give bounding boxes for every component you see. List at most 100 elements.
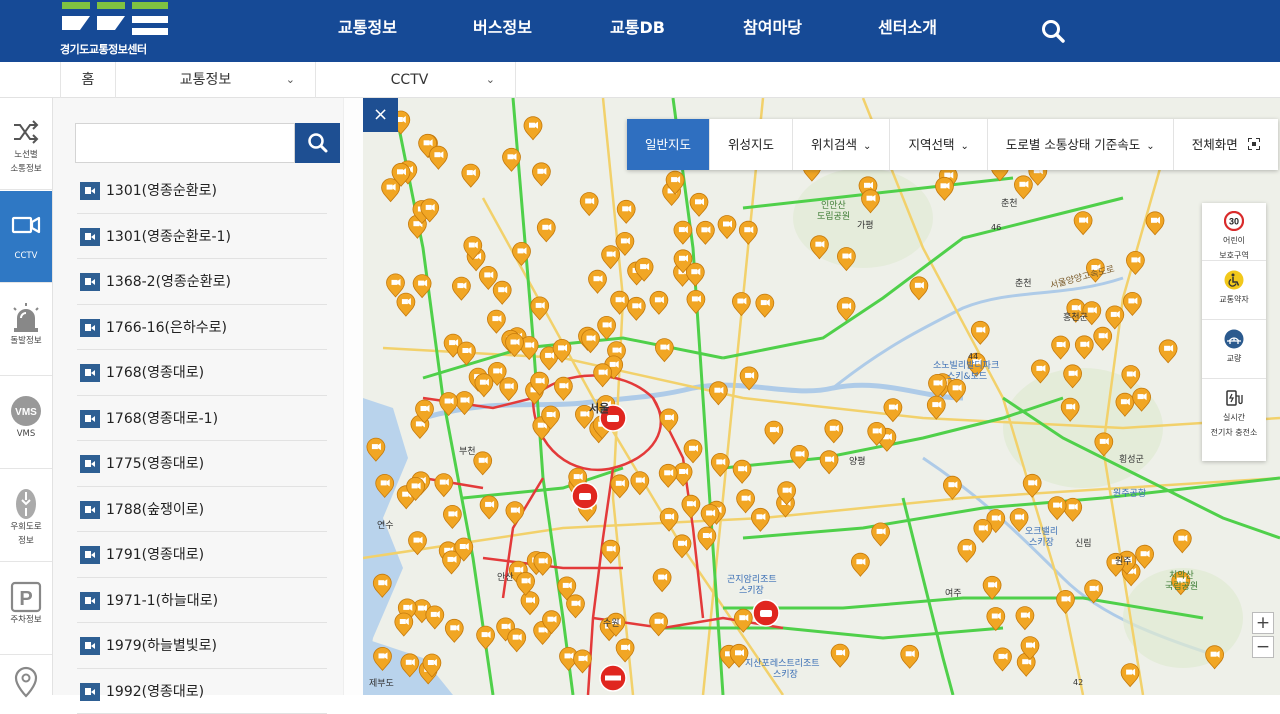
cctv-list-item[interactable]: 1992(영종대로) [77, 669, 327, 714]
nav-traffic-info[interactable]: 교통정보 [300, 0, 435, 56]
roadwork-marker-icon[interactable] [572, 483, 598, 509]
cctv-marker-icon[interactable] [971, 321, 989, 344]
cctv-marker-icon[interactable] [825, 420, 843, 443]
cctv-marker-icon[interactable] [602, 540, 620, 563]
cctv-marker-icon[interactable] [737, 490, 755, 513]
cctv-marker-icon[interactable] [567, 595, 585, 618]
cctv-marker-icon[interactable] [532, 163, 550, 186]
cctv-marker-icon[interactable] [554, 377, 572, 400]
nav-participation[interactable]: 참여마당 [705, 0, 840, 56]
cctv-list-item[interactable]: 1971-1(하늘대로) [77, 578, 327, 624]
cctv-marker-icon[interactable] [1122, 366, 1140, 389]
rail-item-route-traffic[interactable]: 노선별소통정보 [0, 98, 52, 190]
cctv-marker-icon[interactable] [627, 297, 645, 320]
cctv-marker-icon[interactable] [756, 294, 774, 317]
cctv-marker-icon[interactable] [1133, 388, 1151, 411]
cctv-marker-icon[interactable] [943, 476, 961, 499]
cctv-list-item[interactable]: 1766-16(은하수로) [77, 305, 327, 351]
cctv-marker-icon[interactable] [409, 532, 427, 555]
cctv-marker-icon[interactable] [397, 293, 415, 316]
cctv-search-button[interactable] [295, 123, 340, 163]
nav-traffic-db[interactable]: 교통DB [570, 0, 705, 56]
cctv-marker-icon[interactable] [709, 382, 727, 405]
cctv-marker-icon[interactable] [521, 592, 539, 615]
cctv-marker-icon[interactable] [987, 608, 1005, 631]
cctv-marker-icon[interactable] [682, 495, 700, 518]
cctv-marker-icon[interactable] [686, 263, 704, 286]
cctv-marker-icon[interactable] [413, 275, 431, 298]
cctv-marker-icon[interactable] [452, 277, 470, 300]
search-icon[interactable] [1040, 18, 1066, 44]
cctv-marker-icon[interactable] [387, 274, 405, 297]
speed-standard-dropdown[interactable]: 도로별 소통상태 기준속도⌄ [988, 119, 1174, 170]
cctv-marker-icon[interactable] [910, 277, 928, 300]
cctv-marker-icon[interactable] [1048, 497, 1066, 520]
cctv-marker-icon[interactable] [1116, 393, 1134, 416]
cctv-marker-icon[interactable] [650, 291, 668, 314]
cctv-marker-icon[interactable] [589, 270, 607, 293]
rail-item-location[interactable] [0, 656, 52, 696]
cctv-marker-icon[interactable] [732, 293, 750, 316]
cctv-marker-icon[interactable] [1064, 498, 1082, 521]
cctv-marker-icon[interactable] [1031, 360, 1049, 383]
cctv-marker-icon[interactable] [660, 409, 678, 432]
cctv-marker-icon[interactable] [598, 316, 616, 339]
cctv-marker-icon[interactable] [508, 629, 526, 652]
nav-center-intro[interactable]: 센터소개 [840, 0, 975, 56]
cctv-marker-icon[interactable] [687, 290, 705, 313]
fullscreen-button[interactable]: 전체화면 [1174, 119, 1278, 170]
cctv-marker-icon[interactable] [443, 505, 461, 528]
cctv-marker-icon[interactable] [739, 221, 757, 244]
cctv-marker-icon[interactable] [524, 117, 542, 140]
cctv-marker-icon[interactable] [974, 519, 992, 542]
cctv-marker-icon[interactable] [820, 451, 838, 474]
cctv-marker-icon[interactable] [462, 164, 480, 187]
cctv-list-item[interactable]: 1768(영종대로) [77, 350, 327, 396]
cctv-marker-icon[interactable] [435, 474, 453, 497]
cctv-marker-icon[interactable] [445, 619, 463, 642]
cctv-marker-icon[interactable] [655, 339, 673, 362]
cctv-marker-icon[interactable] [395, 613, 413, 636]
cctv-marker-icon[interactable] [401, 654, 419, 677]
cctv-marker-icon[interactable] [440, 393, 458, 416]
cctv-marker-icon[interactable] [1173, 530, 1191, 553]
cctv-marker-icon[interactable] [862, 190, 880, 213]
cctv-marker-icon[interactable] [506, 334, 524, 357]
cctv-marker-icon[interactable] [948, 379, 966, 402]
cctv-list-item[interactable]: 1775(영종대로) [77, 441, 327, 487]
cctv-marker-icon[interactable] [1061, 398, 1079, 421]
cctv-marker-icon[interactable] [740, 367, 758, 390]
rail-item-vms[interactable]: VMS VMS [0, 377, 52, 469]
cctv-marker-icon[interactable] [791, 445, 809, 468]
cctv-marker-icon[interactable] [376, 474, 394, 497]
cctv-marker-icon[interactable] [487, 310, 505, 333]
cctv-marker-icon[interactable] [493, 281, 511, 304]
rail-item-parking[interactable]: P 주차정보 [0, 563, 52, 655]
cctv-list-item[interactable]: 1791(영종대로) [77, 532, 327, 578]
cctv-marker-icon[interactable] [374, 647, 392, 670]
cctv-marker-icon[interactable] [537, 219, 555, 242]
cctv-marker-layer[interactable] [363, 98, 1280, 695]
cctv-marker-icon[interactable] [616, 639, 634, 662]
cctv-marker-icon[interactable] [503, 148, 521, 171]
cctv-marker-icon[interactable] [983, 576, 1001, 599]
cctv-marker-icon[interactable] [734, 609, 752, 632]
cctv-marker-icon[interactable] [1159, 340, 1177, 363]
cctv-marker-icon[interactable] [837, 298, 855, 321]
cctv-marker-icon[interactable] [611, 475, 629, 498]
cctv-search-input[interactable] [75, 123, 295, 163]
cctv-marker-icon[interactable] [660, 508, 678, 531]
cctv-marker-icon[interactable] [718, 216, 736, 239]
cctv-marker-icon[interactable] [1064, 365, 1082, 388]
cctv-marker-icon[interactable] [611, 291, 629, 314]
cctv-marker-icon[interactable] [696, 221, 714, 244]
cctv-marker-icon[interactable] [674, 221, 692, 244]
cctv-list-item[interactable]: 1768(영종대로-1) [77, 396, 327, 442]
cctv-marker-icon[interactable] [698, 527, 716, 550]
panel-scrollbar[interactable] [343, 98, 363, 695]
cctv-marker-icon[interactable] [475, 374, 493, 397]
cctv-marker-icon[interactable] [711, 453, 729, 476]
cctv-marker-icon[interactable] [1123, 292, 1141, 315]
cctv-marker-icon[interactable] [1085, 580, 1103, 603]
cctv-marker-icon[interactable] [1095, 433, 1113, 456]
